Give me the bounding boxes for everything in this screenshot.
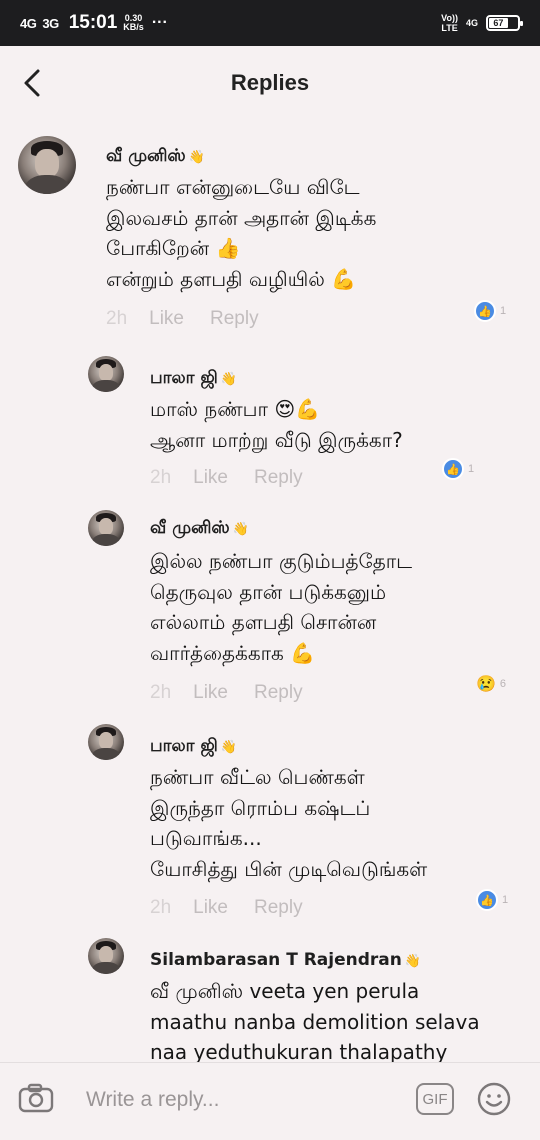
- comment-text: மாஸ் நண்பா 😍💪 ஆனா மாற்று வீடு இருக்கா?: [150, 397, 403, 452]
- reply-button[interactable]: Reply: [254, 467, 303, 488]
- author-name: Silambarasan T Rajendran: [150, 950, 402, 970]
- reaction-summary[interactable]: 👍 1: [476, 889, 508, 911]
- author-name: வீ முனிஸ்: [106, 146, 186, 166]
- thumbs-up-icon: 👍: [442, 458, 464, 480]
- comment-text: நண்பா வீட்ல பெண்கள் இருந்தா ரொம்ப கஷ்டப்…: [150, 765, 428, 881]
- avatar[interactable]: [88, 938, 124, 974]
- wave-icon: 👋: [232, 522, 249, 537]
- comment-author[interactable]: பாலா ஜி 👋: [150, 368, 237, 390]
- comment-actions: 2h Like Reply: [106, 308, 259, 330]
- avatar[interactable]: [88, 510, 124, 546]
- like-button[interactable]: Like: [193, 897, 228, 918]
- clock: 15:01: [68, 12, 118, 33]
- wave-icon: 👋: [188, 150, 205, 165]
- signal-3g-indicator: 3G: [42, 15, 59, 31]
- reply-button[interactable]: Reply: [254, 682, 303, 703]
- reply-composer: GIF: [0, 1062, 540, 1140]
- thumbs-up-icon: 👍: [476, 889, 498, 911]
- status-bar: 4G 3G 15:01 0.30 KB/s ··· Vo)) LTE 4G 67: [0, 0, 540, 46]
- comment-actions: 2h Like Reply: [150, 682, 303, 704]
- comment-author[interactable]: வீ முனிஸ் 👋: [106, 146, 205, 168]
- reply-input[interactable]: [86, 1083, 386, 1117]
- signal-4g-indicator: 4G: [20, 15, 37, 31]
- battery-icon: 67: [486, 15, 523, 31]
- battery-level: 67: [489, 18, 508, 28]
- reply-button[interactable]: Reply: [254, 897, 303, 918]
- volte-indicator: Vo)) LTE: [441, 13, 458, 33]
- volte-label: Vo)): [441, 13, 458, 23]
- comment-text: நண்பா என்னுடையே விடே இலவசம் தான் அதான் இ…: [106, 175, 377, 291]
- wave-icon: 👋: [404, 954, 422, 969]
- reaction-summary[interactable]: 👍 1: [442, 458, 474, 480]
- more-notifications-icon: ···: [151, 14, 168, 31]
- reaction-count: 6: [499, 678, 507, 690]
- reaction-summary[interactable]: 😢 6: [476, 674, 506, 694]
- comment-actions: 2h Like Reply: [150, 897, 303, 919]
- comment-time: 2h: [150, 897, 172, 918]
- speed-unit: KB/s: [123, 22, 144, 32]
- comment-author[interactable]: பாலா ஜி 👋: [150, 736, 237, 758]
- comment-time: 2h: [106, 308, 128, 329]
- reply-button[interactable]: Reply: [210, 308, 259, 329]
- network-speed: 0.30 KB/s: [123, 14, 144, 32]
- comment-author[interactable]: Silambarasan T Rajendran 👋: [150, 950, 421, 970]
- reaction-count: 1: [500, 305, 507, 317]
- network-type: 4G: [465, 18, 478, 28]
- gif-button[interactable]: GIF: [416, 1083, 454, 1115]
- like-button[interactable]: Like: [193, 682, 228, 703]
- comment-time: 2h: [150, 682, 172, 703]
- author-name: பாலா ஜி: [150, 368, 218, 388]
- lte-label: LTE: [441, 23, 458, 33]
- author-name: பாலா ஜி: [150, 736, 218, 756]
- author-name: வீ முனிஸ்: [150, 518, 230, 538]
- wave-icon: 👋: [220, 740, 237, 755]
- wave-icon: 👋: [220, 372, 237, 387]
- avatar[interactable]: [18, 136, 76, 194]
- like-button[interactable]: Like: [149, 308, 184, 329]
- thumbs-up-icon: 👍: [474, 300, 496, 322]
- page-title: Replies: [230, 70, 310, 95]
- comment-actions: 2h Like Reply: [150, 467, 303, 489]
- sad-face-icon: 😢: [476, 676, 496, 693]
- like-button[interactable]: Like: [193, 467, 228, 488]
- comment-text: இல்ல நண்பா குடும்பத்தோட தெருவுல தான் படு…: [150, 549, 413, 665]
- reaction-summary[interactable]: 👍 1: [474, 300, 506, 322]
- header: Replies: [0, 46, 540, 124]
- camera-icon[interactable]: [18, 1083, 54, 1113]
- avatar[interactable]: [88, 724, 124, 760]
- avatar[interactable]: [88, 356, 124, 392]
- comment-text: வீ முனிஸ் veeta yen perula maathu nanba …: [150, 979, 480, 1064]
- comment-time: 2h: [150, 467, 172, 488]
- emoji-icon[interactable]: [476, 1081, 512, 1117]
- comment-author[interactable]: வீ முனிஸ் 👋: [150, 518, 249, 540]
- reaction-count: 1: [468, 463, 475, 475]
- reaction-count: 1: [502, 894, 509, 906]
